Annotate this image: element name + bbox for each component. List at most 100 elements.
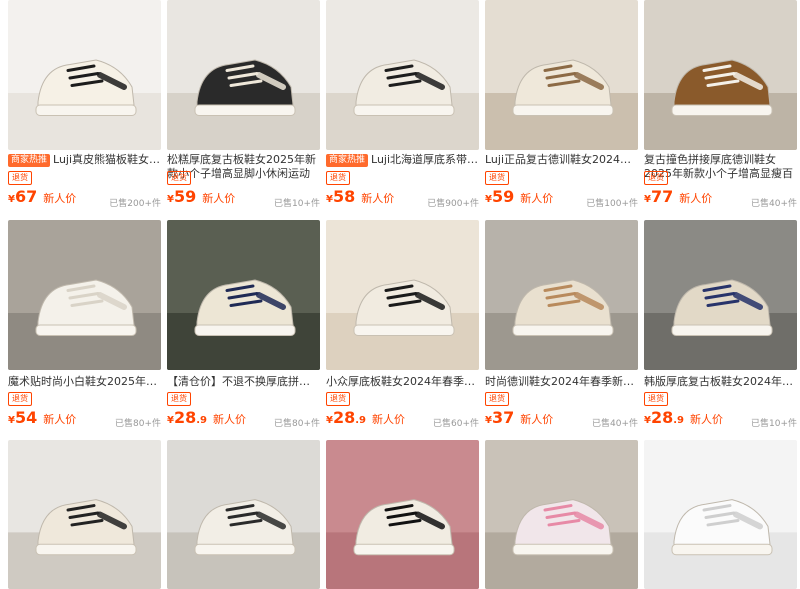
product-title-text: Luji正品复古德训鞋女2024春季... xyxy=(485,153,638,166)
new-user-price-label: 新人价 xyxy=(520,192,554,205)
new-user-price-label: 新人价 xyxy=(213,413,246,426)
new-user-price-label: 新人价 xyxy=(372,413,405,426)
product-image[interactable] xyxy=(644,220,797,370)
product-price: ¥58 新人价 xyxy=(326,187,394,206)
return-tag: 退货 xyxy=(326,392,350,406)
sold-count: 已售40+件 xyxy=(751,199,797,209)
product-image[interactable] xyxy=(8,440,161,589)
currency-symbol: ¥ xyxy=(485,415,492,426)
return-tag: 退货 xyxy=(485,171,509,185)
return-tag: 退货 xyxy=(167,171,191,185)
product-image[interactable] xyxy=(326,0,479,150)
sold-count: 已售80+件 xyxy=(115,419,161,429)
product-card[interactable] xyxy=(485,440,638,589)
product-title-text: 魔术贴时尚小白鞋女2025年春... xyxy=(8,375,161,388)
product-price: ¥37 新人价 xyxy=(485,408,553,427)
sold-count: 已售900+件 xyxy=(427,199,479,209)
product-card[interactable]: 魔术贴时尚小白鞋女2025年春... 退货 ¥54 新人价 已售80+件 xyxy=(8,220,161,435)
currency-symbol: ¥ xyxy=(8,194,15,205)
hot-badge: 商家热推 xyxy=(8,154,51,167)
product-price: ¥28.9 新人价 xyxy=(167,408,246,427)
product-card[interactable] xyxy=(644,440,797,589)
price-integer: 67 xyxy=(14,187,38,206)
price-decimal: .9 xyxy=(673,415,684,426)
currency-symbol: ¥ xyxy=(644,194,651,205)
product-price: ¥77 新人价 xyxy=(644,187,712,206)
product-image[interactable] xyxy=(485,0,638,150)
price-integer: 28 xyxy=(173,408,197,427)
product-card[interactable]: 复古撞色拼接厚底德训鞋女2025年新款小个子增高显瘦百搭休闲退货¥77新人价已售… xyxy=(644,0,797,215)
sold-count: 已售10+件 xyxy=(274,199,320,209)
return-tag: 退货 xyxy=(326,171,350,185)
currency-symbol: ¥ xyxy=(8,415,15,426)
price-integer: 28 xyxy=(650,408,674,427)
product-title-text: 韩版厚底复古板鞋女2024年春... xyxy=(644,375,797,388)
product-image[interactable] xyxy=(485,440,638,589)
return-tag: 退货 xyxy=(167,392,191,406)
new-user-price-label: 新人价 xyxy=(679,192,713,205)
hot-badge: 商家热推 xyxy=(326,154,369,167)
new-user-price-label: 新人价 xyxy=(202,192,236,205)
product-price: ¥28.9 新人价 xyxy=(326,408,405,427)
sold-count: 已售10+件 xyxy=(751,419,797,429)
product-title-text: 时尚德训鞋女2024年春季新款i... xyxy=(485,375,638,388)
return-tag: 退货 xyxy=(485,392,509,406)
product-image[interactable] xyxy=(8,220,161,370)
currency-symbol: ¥ xyxy=(167,194,174,205)
return-tag: 退货 xyxy=(8,171,32,185)
product-image[interactable] xyxy=(326,440,479,589)
sold-count: 已售80+件 xyxy=(274,419,320,429)
currency-symbol: ¥ xyxy=(485,194,492,205)
price-integer: 28 xyxy=(332,408,356,427)
product-image[interactable] xyxy=(167,440,320,589)
product-card[interactable]: 小众厚底板鞋女2024年春季新... 退货 ¥28.9 新人价 已售60+件 xyxy=(326,220,479,435)
product-price: ¥54 新人价 xyxy=(8,408,76,427)
price-decimal: .9 xyxy=(196,415,207,426)
product-title[interactable]: 商家热推Luji真皮熊猫板鞋女20... xyxy=(8,153,161,167)
product-image[interactable] xyxy=(167,0,320,150)
price-integer: 59 xyxy=(491,187,515,206)
price-integer: 54 xyxy=(14,408,38,427)
return-tag: 退货 xyxy=(644,171,668,185)
product-title-text: 小众厚底板鞋女2024年春季新... xyxy=(326,375,479,388)
product-card[interactable]: 韩版厚底复古板鞋女2024年春... 退货 ¥28.9 新人价 已售10+件 xyxy=(644,220,797,435)
product-card[interactable]: Luji正品复古德训鞋女2024春季... 退货 ¥59 新人价已售100+件 xyxy=(485,0,638,215)
product-price: ¥59 新人价 xyxy=(167,187,235,206)
price-decimal: .9 xyxy=(355,415,366,426)
product-title[interactable]: 商家热推 Luji北海道厚底系带帆... xyxy=(326,153,479,167)
price-integer: 37 xyxy=(491,408,515,427)
currency-symbol: ¥ xyxy=(326,194,333,205)
product-price: ¥59 新人价 xyxy=(485,187,553,206)
product-card[interactable] xyxy=(167,440,320,589)
currency-symbol: ¥ xyxy=(326,415,333,426)
product-price: ¥67 新人价 xyxy=(8,187,76,206)
product-card[interactable] xyxy=(326,440,479,589)
sold-count: 已售40+件 xyxy=(592,419,638,429)
product-card[interactable]: 商家热推Luji真皮熊猫板鞋女20... 退货 ¥67 新人价已售200+件 xyxy=(8,0,161,215)
product-price: ¥28.9 新人价 xyxy=(644,408,723,427)
product-image[interactable] xyxy=(485,220,638,370)
product-image[interactable] xyxy=(326,220,479,370)
product-card[interactable] xyxy=(8,440,161,589)
product-card[interactable]: 【清仓价】不退不换厚底拼色... 退货 ¥28.9 新人价 已售80+件 xyxy=(167,220,320,435)
product-image[interactable] xyxy=(167,220,320,370)
new-user-price-label: 新人价 xyxy=(43,192,77,205)
product-card[interactable]: 松糕厚底复古板鞋女2025年新款小个子增高显脚小休闲运动面包鞋退货¥59新人价已… xyxy=(167,0,320,215)
product-image[interactable] xyxy=(8,0,161,150)
new-user-price-label: 新人价 xyxy=(690,413,723,426)
sold-count: 已售100+件 xyxy=(586,199,638,209)
sold-count: 已售200+件 xyxy=(109,199,161,209)
product-image[interactable] xyxy=(644,0,797,150)
price-integer: 59 xyxy=(173,187,197,206)
return-tag: 退货 xyxy=(644,392,668,406)
price-integer: 77 xyxy=(650,187,674,206)
new-user-price-label: 新人价 xyxy=(520,413,554,426)
currency-symbol: ¥ xyxy=(167,415,174,426)
product-image[interactable] xyxy=(644,440,797,589)
product-card[interactable]: 时尚德训鞋女2024年春季新款i... 退货 ¥37 新人价 已售40+件 xyxy=(485,220,638,435)
return-tag: 退货 xyxy=(8,392,32,406)
new-user-price-label: 新人价 xyxy=(361,192,395,205)
product-title-text: Luji北海道厚底系带帆... xyxy=(371,153,479,166)
product-card[interactable]: 商家热推 Luji北海道厚底系带帆... 退货 ¥58 新人价已售900+件 xyxy=(326,0,479,215)
new-user-price-label: 新人价 xyxy=(43,413,77,426)
